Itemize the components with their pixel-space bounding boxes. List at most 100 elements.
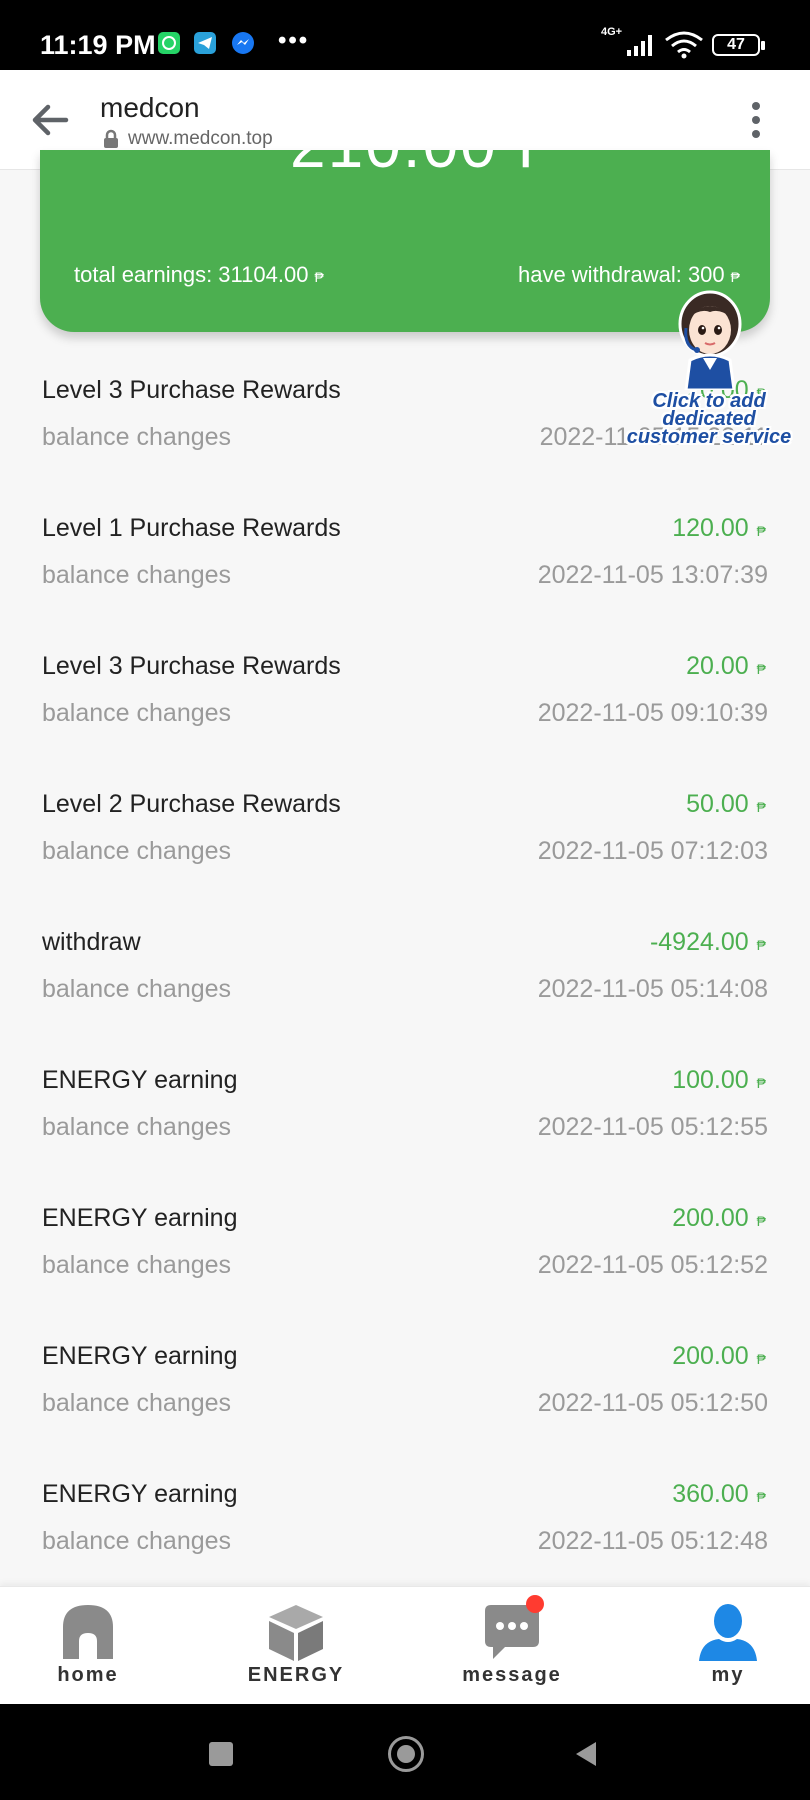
record-subtitle: balance changes <box>42 837 232 865</box>
record-time: 2022-11-05 05:12:48 <box>537 1527 768 1555</box>
nav-item-home[interactable]: home <box>8 1587 168 1705</box>
list-item: ENERGY earning balance changes 100.00 ₱ 2… <box>0 1022 810 1160</box>
record-subtitle: balance changes <box>42 1113 232 1141</box>
telegram-icon <box>194 32 216 54</box>
wifi-icon <box>665 31 703 59</box>
record-title: Level 3 Purchase Rewards <box>42 376 341 404</box>
record-subtitle: balance changes <box>42 699 232 727</box>
box-icon <box>269 1605 323 1661</box>
nav-label: home <box>57 1664 119 1686</box>
peso-symbol: ₱ <box>730 269 740 285</box>
app-root: 11:19 PM ••• 4G+ 47 medcon www.medcon.to… <box>0 0 810 1800</box>
user-icon <box>699 1604 757 1661</box>
back-button[interactable] <box>572 1740 600 1768</box>
record-time: 2022-11-05 13:07:39 <box>537 561 768 589</box>
record-title: ENERGY earning <box>42 1066 238 1094</box>
list-item: Level 1 Purchase Rewards balance changes… <box>0 470 810 608</box>
amount-value: 360.00 <box>672 1480 749 1508</box>
system-navigation-bar <box>0 1704 810 1800</box>
record-time: 2022-11-05 07:12:03 <box>537 837 768 865</box>
nav-label: message <box>462 1664 562 1686</box>
list-item: ENERGY earning balance changes 360.00 ₱ 2… <box>0 1436 810 1574</box>
record-time: 2022-11-05 09:10:39 <box>537 699 768 727</box>
status-bar: 11:19 PM ••• 4G+ 47 <box>0 0 810 70</box>
back-arrow-icon[interactable] <box>30 102 70 138</box>
peso-symbol: ₱ <box>756 799 766 815</box>
record-title: Level 2 Purchase Rewards <box>42 790 341 818</box>
amount-value: 50.00 <box>686 790 749 818</box>
signal-icon <box>627 35 652 56</box>
record-amount: 200.00 ₱ <box>672 1342 766 1371</box>
unread-badge <box>526 1595 544 1613</box>
peso-symbol: ₱ <box>756 937 766 953</box>
amount-value: 100.00 <box>672 1066 749 1094</box>
balance-records-list: Level 3 Purchase Rewards balance changes… <box>0 332 810 1574</box>
peso-symbol: ₱ <box>314 269 324 285</box>
customer-service-avatar-icon <box>678 290 742 390</box>
amount-value: 120.00 <box>672 514 749 542</box>
list-item: ENERGY earning balance changes 200.00 ₱ 2… <box>0 1298 810 1436</box>
site-url: www.medcon.top <box>128 128 273 149</box>
record-title: withdraw <box>42 928 141 956</box>
page-title: medcon <box>100 92 200 123</box>
record-title: ENERGY earning <box>42 1204 238 1232</box>
customer-service-button[interactable]: Click to add dedicated customer service <box>608 288 810 458</box>
total-earnings-text: total earnings: 31104.00 <box>74 262 309 287</box>
messenger-icon <box>232 32 254 54</box>
amount-value: -4924.00 <box>649 928 749 956</box>
peso-symbol: ₱ <box>756 1489 766 1505</box>
nav-item-energy[interactable]: ENERGY <box>216 1587 376 1705</box>
record-title: Level 3 Purchase Rewards <box>42 652 341 680</box>
amount-value: 200.00 <box>672 1342 749 1370</box>
home-icon <box>63 1605 113 1659</box>
status-time: 11:19 PM <box>40 30 156 60</box>
record-time: 2022-11-05 05:12:50 <box>537 1389 768 1417</box>
amount-value: 20.00 <box>686 652 749 680</box>
nav-label: ENERGY <box>247 1664 345 1686</box>
record-amount: 100.00 ₱ <box>672 1066 766 1095</box>
record-subtitle: balance changes <box>42 1527 232 1555</box>
record-amount: -4924.00 ₱ <box>650 928 766 957</box>
record-subtitle: balance changes <box>42 561 232 589</box>
recent-apps-button[interactable] <box>209 1742 233 1766</box>
battery-indicator: 47 <box>712 34 765 56</box>
record-amount: 360.00 ₱ <box>672 1480 766 1509</box>
home-button[interactable] <box>388 1736 424 1772</box>
record-time: 2022-11-05 05:12:52 <box>537 1251 768 1279</box>
nav-label: my <box>711 1664 745 1686</box>
withdrawal-total: have withdrawal: 300 ₱ <box>518 262 740 288</box>
record-subtitle: balance changes <box>42 423 232 451</box>
list-item: Level 2 Purchase Rewards balance changes… <box>0 746 810 884</box>
customer-service-caption: Click to add dedicated customer service <box>608 391 810 448</box>
list-item: withdraw balance changes -4924.00 ₱ 2022-… <box>0 884 810 1022</box>
caption-line: customer service <box>626 426 792 448</box>
peso-symbol: ₱ <box>756 661 766 677</box>
record-amount: 120.00 ₱ <box>672 514 766 543</box>
record-amount: 50.00 ₱ <box>686 790 766 819</box>
whatsapp-icon <box>158 32 180 54</box>
record-amount: 20.00 ₱ <box>686 652 766 681</box>
peso-symbol: ₱ <box>756 1351 766 1367</box>
record-subtitle: balance changes <box>42 1251 232 1279</box>
total-earnings: total earnings: 31104.00 ₱ <box>74 262 324 288</box>
peso-symbol: ₱ <box>756 1075 766 1091</box>
list-item: ENERGY earning balance changes 200.00 ₱ 2… <box>0 1160 810 1298</box>
record-title: Level 1 Purchase Rewards <box>42 514 341 542</box>
more-options-icon[interactable] <box>744 100 768 140</box>
nav-item-my[interactable]: my <box>648 1587 808 1705</box>
lock-icon <box>104 129 118 148</box>
amount-value: 200.00 <box>672 1204 749 1232</box>
record-time: 2022-11-05 05:14:08 <box>537 975 768 1003</box>
more-notifications: ••• <box>278 27 310 54</box>
record-time: 2022-11-05 05:12:55 <box>537 1113 768 1141</box>
record-subtitle: balance changes <box>42 975 232 1003</box>
balance-amount: 210.00 ₱ <box>290 150 562 182</box>
peso-symbol: ₱ <box>756 1213 766 1229</box>
withdrawal-text: have withdrawal: 300 <box>517 262 725 287</box>
bottom-navigation: home ENERGY message my <box>0 1586 810 1704</box>
peso-symbol: ₱ <box>756 523 766 539</box>
record-title: ENERGY earning <box>42 1480 238 1508</box>
record-title: ENERGY earning <box>42 1342 238 1370</box>
nav-item-message[interactable]: message <box>432 1587 592 1705</box>
record-subtitle: balance changes <box>42 1389 232 1417</box>
